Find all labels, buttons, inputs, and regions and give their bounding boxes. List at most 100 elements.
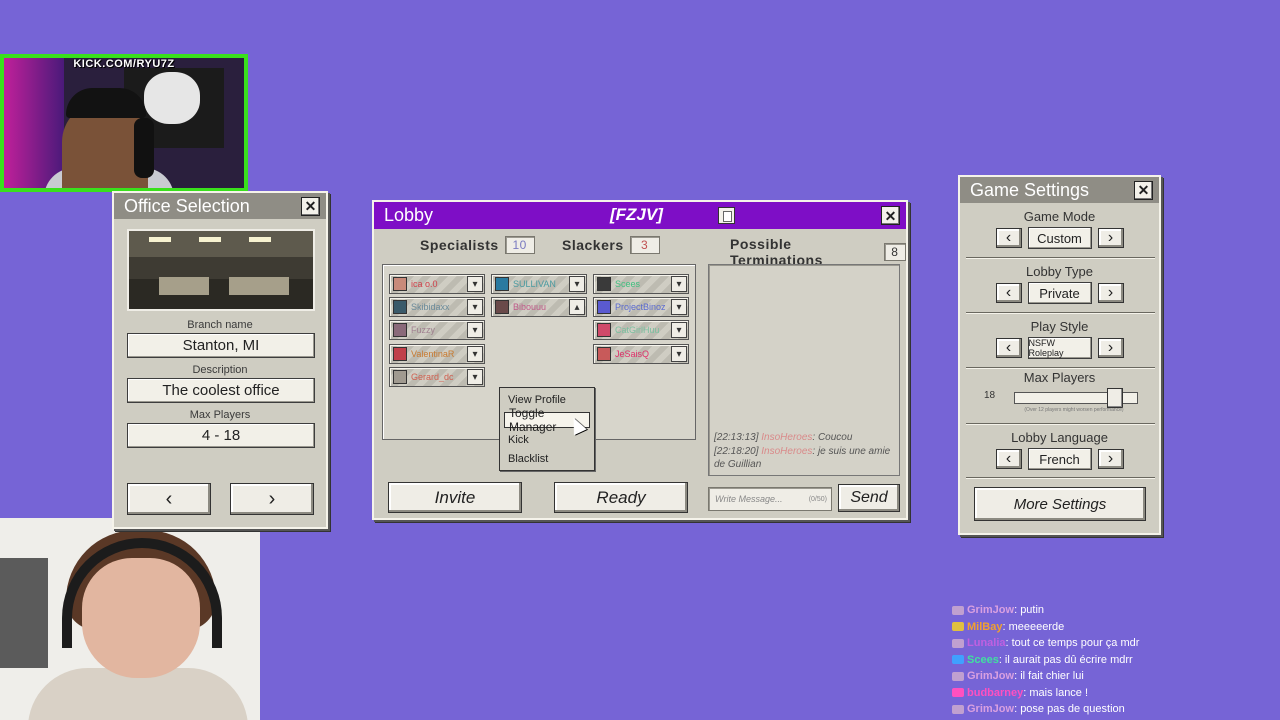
stream-chat-username: Lunalia: [967, 637, 1006, 650]
specialists-count: 10: [504, 236, 535, 254]
max-players-slider-handle[interactable]: [1107, 388, 1123, 408]
settings-divider: [966, 423, 1155, 425]
player-name: Skibidaxx: [411, 302, 450, 312]
chat-char-counter: (0/50): [808, 495, 827, 503]
ready-button[interactable]: Ready: [554, 482, 688, 513]
game-mode-label: Game Mode: [1023, 209, 1096, 224]
max-players-number: 18: [984, 390, 996, 401]
chat-input-placeholder: Write Message...: [715, 494, 783, 504]
stream-chat-message: budbarney: mais lance !: [952, 685, 1280, 702]
chat-username: InsoHeroes: [761, 446, 813, 457]
lobby-code: [FZJV]: [610, 205, 663, 224]
stream-chat-message: GrimJow: il fait chier lui: [952, 668, 1280, 685]
player-dropdown-icon[interactable]: ▴: [569, 299, 585, 315]
blacklist-menu-item[interactable]: Blacklist: [504, 451, 590, 467]
chat-badge-icon: [952, 671, 964, 681]
specialists-label: Specialists: [420, 237, 499, 253]
stream-chat-text: : mais lance !: [1023, 686, 1089, 699]
stream-chat-username: budbarney: [967, 686, 1024, 699]
skull-graphic: [144, 72, 200, 124]
play-style-section: Play Style ‹ NSFW Roleplay ›: [964, 319, 1155, 359]
player-avatar: [393, 323, 407, 337]
game-mode-next-button[interactable]: ›: [1097, 228, 1124, 248]
player-slot[interactable]: Bibouuu ▴: [491, 297, 587, 317]
ceiling-light: [249, 237, 271, 242]
game-mode-prev-button[interactable]: ‹: [995, 228, 1022, 248]
chat-badge-icon: [952, 622, 964, 632]
player-name: SULLIVAN: [513, 279, 556, 289]
player-slot[interactable]: ica o.0 ▾: [389, 274, 485, 294]
office-selection-title: Office Selection: [124, 195, 250, 216]
lobby-language-prev-button[interactable]: ‹: [995, 449, 1022, 469]
office-preview-image: [127, 229, 315, 311]
play-style-value: NSFW Roleplay: [1027, 337, 1092, 359]
player-avatar: [597, 347, 611, 361]
ceiling-light: [199, 237, 221, 242]
player-slot[interactable]: Scees ▾: [593, 274, 689, 294]
office-selection-close-icon[interactable]: ✕: [301, 196, 320, 216]
chat-message: [22:18:20] InsoHeroes: je suis une amie …: [714, 445, 896, 471]
player-slot[interactable]: Gerard_dc ▾: [389, 367, 485, 387]
branch-name-field: Stanton, MI: [127, 333, 315, 358]
player-slot[interactable]: JeSaisQ ▾: [593, 344, 689, 364]
lobby-type-next-button[interactable]: ›: [1097, 283, 1124, 303]
player-dropdown-icon[interactable]: ▾: [569, 276, 585, 292]
game-mode-value: Custom: [1027, 227, 1092, 249]
player-slot[interactable]: ValentinaR ▾: [389, 344, 485, 364]
player-dropdown-icon[interactable]: ▾: [467, 346, 483, 362]
player-name: Scees: [615, 279, 641, 289]
copy-code-icon[interactable]: [718, 207, 735, 224]
lobby-close-icon[interactable]: ✕: [881, 206, 900, 225]
lobby-titlebar: Lobby [FZJV] ✕: [374, 202, 906, 229]
player-dropdown-icon[interactable]: ▾: [467, 322, 483, 338]
player-avatar: [393, 277, 407, 291]
lobby-language-label: Lobby Language: [1011, 430, 1108, 445]
chat-badge-icon: [952, 704, 964, 714]
office-next-button[interactable]: ›: [230, 483, 314, 515]
microphone: [134, 118, 154, 178]
kick-menu-item[interactable]: Kick: [504, 432, 590, 448]
description-label: Description: [192, 364, 248, 376]
stream-chat-message: GrimJow: putin: [952, 602, 1280, 619]
player-dropdown-icon[interactable]: ▾: [671, 322, 687, 338]
play-style-label: Play Style: [1030, 319, 1089, 334]
office-selection-window: Office Selection ✕ Branch name Stanton, …: [112, 191, 328, 529]
lobby-language-value: French: [1027, 448, 1092, 470]
player-dropdown-icon[interactable]: ▾: [467, 369, 483, 385]
lobby-type-section: Lobby Type ‹ Private ›: [964, 264, 1155, 304]
invite-button[interactable]: Invite: [388, 482, 522, 513]
player-dropdown-icon[interactable]: ▾: [671, 346, 687, 362]
lobby-type-prev-button[interactable]: ‹: [995, 283, 1022, 303]
play-style-next-button[interactable]: ›: [1097, 338, 1124, 358]
game-settings-titlebar: Game Settings ✕: [960, 177, 1159, 203]
more-settings-button[interactable]: More Settings: [974, 487, 1146, 521]
stream-chat-message: Lunalia: tout ce temps pour ça mdr: [952, 635, 1280, 652]
max-players-warning: (Over 12 players might worsen performanc…: [1024, 407, 1124, 413]
player-slot[interactable]: ProjectBinoz ▾: [593, 297, 689, 317]
chat-badge-icon: [952, 605, 964, 615]
stream-chat-message: GrimJow: pose pas de question: [952, 701, 1280, 718]
max-players-slider[interactable]: [1014, 388, 1138, 408]
lobby-language-next-button[interactable]: ›: [1097, 449, 1124, 469]
chat-message-input[interactable]: Write Message... (0/50): [708, 487, 832, 511]
stream-chat-username: GrimJow: [967, 703, 1015, 716]
player-slot[interactable]: CatGirlHuu ▾: [593, 320, 689, 340]
game-settings-close-icon[interactable]: ✕: [1134, 180, 1153, 200]
stream-chat-username: Scees: [967, 653, 999, 666]
player-dropdown-icon[interactable]: ▾: [467, 276, 483, 292]
play-style-prev-button[interactable]: ‹: [995, 338, 1022, 358]
streamer-webcam-bottom: [0, 518, 260, 720]
stream-chat-text: : tout ce temps pour ça mdr: [1005, 637, 1140, 650]
player-slot[interactable]: SULLIVAN ▾: [491, 274, 587, 294]
stream-chat-username: GrimJow: [967, 670, 1015, 683]
player-slot[interactable]: Skibidaxx ▾: [389, 297, 485, 317]
player-dropdown-icon[interactable]: ▾: [671, 276, 687, 292]
stream-chat-message: MilBay: meeeeerde: [952, 619, 1280, 636]
player-slot[interactable]: Fuzzy ▾: [389, 320, 485, 340]
player-dropdown-icon[interactable]: ▾: [467, 299, 483, 315]
office-prev-button[interactable]: ‹: [127, 483, 211, 515]
office-selection-titlebar: Office Selection ✕: [114, 193, 326, 219]
max-players-field: 4 - 18: [127, 423, 315, 448]
send-button[interactable]: Send: [838, 484, 900, 512]
player-dropdown-icon[interactable]: ▾: [671, 299, 687, 315]
